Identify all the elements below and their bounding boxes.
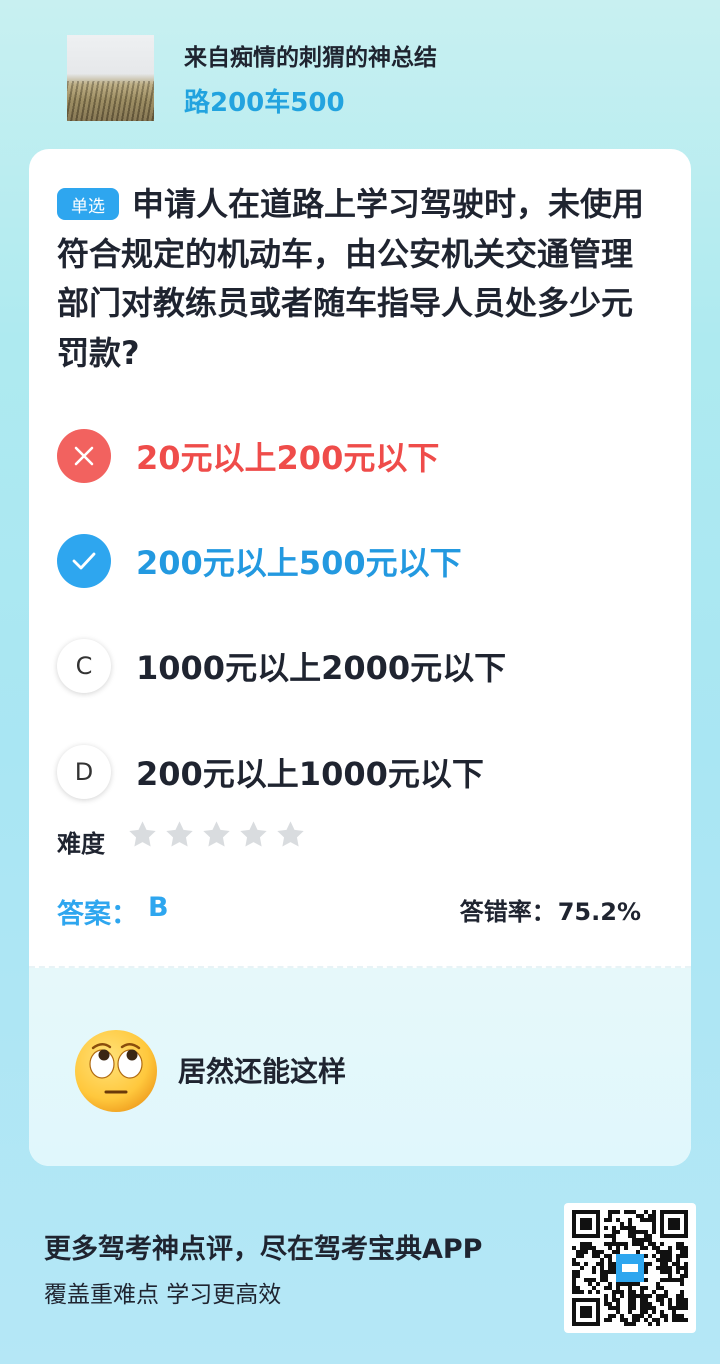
option-c-marker: C (57, 639, 111, 693)
star-icon (277, 821, 304, 847)
option-c-text: 1000元以上2000元以下 (136, 649, 507, 687)
error-rate-label: 答错率： (459, 898, 556, 926)
comment-author-title: 来自痴情的刺猬的神总结 (184, 45, 437, 71)
star-icon (240, 821, 267, 847)
answer-label: 答案： (57, 899, 138, 930)
check-mark-icon (57, 534, 111, 588)
dashed-divider (29, 966, 691, 968)
error-rate-value: 75.2% (557, 898, 641, 926)
option-a[interactable]: 20元以上200元以下 (57, 428, 657, 484)
promo-subtitle: 覆盖重难点 学习更高效 (44, 1282, 282, 1308)
answer-value: B (148, 892, 169, 923)
difficulty-stars (127, 819, 306, 850)
option-b-text: 200元以上500元以下 (136, 544, 462, 582)
promo-title: 更多驾考神点评，尽在驾考宝典APP (44, 1234, 483, 1265)
error-rate: 答错率：75.2% (458, 892, 641, 927)
question-text: 申请人在道路上学习驾驶时，未使用符合规定的机动车，由公安机关交通管理部门对教练员… (57, 185, 645, 372)
option-a-text: 20元以上200元以下 (136, 439, 440, 477)
avatar-thumbnail (67, 35, 154, 121)
option-c[interactable]: C 1000元以上2000元以下 (57, 638, 657, 694)
star-icon (129, 821, 156, 847)
difficulty-label: 难度 (57, 830, 105, 858)
option-d[interactable]: D 200元以上1000元以下 (57, 744, 657, 800)
option-b[interactable]: 200元以上500元以下 (57, 533, 657, 589)
app-qr-code[interactable] (564, 1203, 696, 1333)
qr-code-icon (572, 1210, 688, 1326)
option-d-marker: D (57, 745, 111, 799)
star-icon (166, 821, 193, 847)
comment-summary: 路200车500 (184, 88, 345, 118)
star-icon (203, 821, 230, 847)
comment-text: 居然还能这样 (178, 1055, 347, 1088)
wrong-mark-icon (57, 429, 111, 483)
eye-roll-emoji-icon (75, 1030, 157, 1112)
option-d-text: 200元以上1000元以下 (136, 755, 484, 793)
